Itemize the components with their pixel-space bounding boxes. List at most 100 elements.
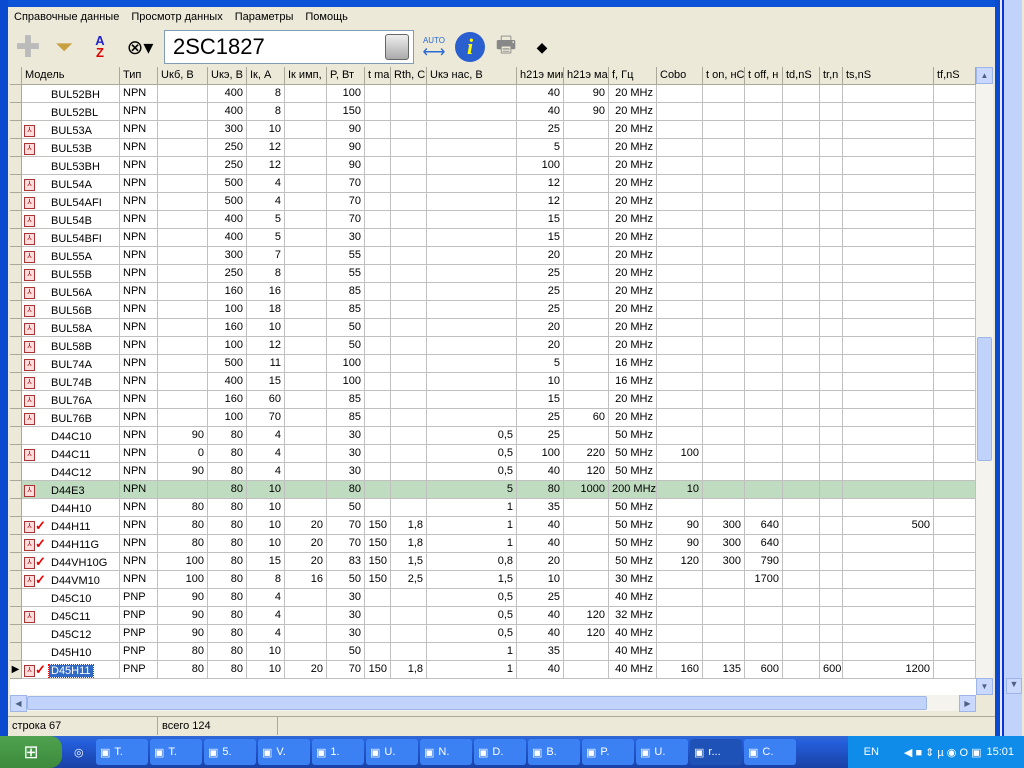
row-indicator[interactable] xyxy=(10,499,22,517)
taskbar-button[interactable]: ▣ P. xyxy=(582,739,634,765)
table-row[interactable]: ⅄ ✓ D44H11G NPN 80 80 10 20 70 150 1,8 1 40 50 MHz 90 3… xyxy=(10,535,976,553)
column-header[interactable]: Iк, А xyxy=(247,67,285,85)
table-row[interactable]: ⅄✓BUL53ANPN 30010 90 25 20 MHz xyxy=(10,121,976,139)
scroll-right-button[interactable]: ▶ xyxy=(959,695,976,712)
table-row[interactable]: ⅄✓BUL52BLNPN 4008 150 409020 MHz xyxy=(10,103,976,121)
column-header[interactable]: Модель xyxy=(22,67,120,85)
row-indicator[interactable] xyxy=(10,229,22,247)
menu-view-data[interactable]: Просмотр данных xyxy=(125,11,228,23)
taskbar-button[interactable]: ▣ D. xyxy=(474,739,526,765)
taskbar-button[interactable]: ▣ 1. xyxy=(312,739,364,765)
table-row[interactable]: ⅄ ✓ D44H11 NPN 80 80 10 20 70 150 1,8 1 40 50 MHz 90 30… xyxy=(10,517,976,535)
pdf-icon[interactable]: ⅄ xyxy=(24,575,35,588)
pdf-icon[interactable]: ⅄ xyxy=(24,359,35,372)
pdf-icon[interactable]: ⅄ xyxy=(24,143,35,156)
pdf-icon[interactable]: ⅄ xyxy=(24,611,35,624)
pdf-icon[interactable]: ⅄ xyxy=(24,215,35,228)
row-indicator[interactable] xyxy=(10,517,22,535)
table-row[interactable]: ⅄✓BUL74BNPN 40015 100 10 16 MHz xyxy=(10,373,976,391)
row-indicator[interactable] xyxy=(10,391,22,409)
row-indicator[interactable] xyxy=(10,337,22,355)
column-header[interactable]: Uкэ нас, В xyxy=(427,67,517,85)
taskbar-button[interactable]: ▣ r... xyxy=(690,739,742,765)
column-header[interactable]: Iк имп, xyxy=(285,67,327,85)
column-header[interactable]: h21э ма xyxy=(564,67,609,85)
pdf-icon[interactable]: ⅄ xyxy=(24,413,35,426)
pdf-icon[interactable]: ⅄ xyxy=(24,179,35,192)
menu-parameters[interactable]: Параметры xyxy=(229,11,300,23)
table-row[interactable]: ⅄✓D45C10PNP90804 30 0,525 40 MHz xyxy=(10,589,976,607)
row-indicator[interactable] xyxy=(10,463,22,481)
column-header[interactable]: h21э мин xyxy=(517,67,564,85)
table-row[interactable]: ⅄✓BUL55ANPN 3007 55 20 20 MHz xyxy=(10,247,976,265)
taskbar-button[interactable]: ▣ U. xyxy=(366,739,418,765)
row-indicator[interactable] xyxy=(10,103,22,121)
pdf-icon[interactable]: ⅄ xyxy=(24,395,35,408)
table-row[interactable]: ⅄✓BUL55BNPN 2508 55 25 20 MHz xyxy=(10,265,976,283)
table-row[interactable]: ▶ ⅄ ✓ D45H11 PNP 80 80 10 20 70 150 1,8 1 40 40 MHz 160… xyxy=(10,661,976,679)
table-row[interactable]: ⅄ ✓ D44VH10G NPN 100 80 15 20 83 150 1,5 0,8 20 50 MH… xyxy=(10,553,976,571)
row-indicator[interactable] xyxy=(10,121,22,139)
print-icon[interactable]: 🖶 xyxy=(490,31,522,63)
scroll-down-button[interactable]: ▼ xyxy=(976,678,993,695)
column-header[interactable]: Uкб, В xyxy=(158,67,208,85)
taskbar-button[interactable]: ▣ V. xyxy=(258,739,310,765)
binoculars-icon[interactable] xyxy=(385,34,409,60)
table-row[interactable]: ⅄✓D44E3NPN8010805801000200 MHz10 xyxy=(10,481,976,499)
column-header[interactable]: Cobo xyxy=(657,67,703,85)
row-indicator[interactable] xyxy=(10,301,22,319)
row-indicator[interactable] xyxy=(10,589,22,607)
row-indicator[interactable] xyxy=(10,535,22,553)
row-indicator[interactable] xyxy=(10,139,22,157)
row-indicator[interactable] xyxy=(10,265,22,283)
transistor-dropdown-icon[interactable]: ⊗▾ xyxy=(120,31,160,63)
column-header[interactable]: t ma xyxy=(365,67,391,85)
table-row[interactable]: ⅄✓D44C11NPN0804300,510022050 MHz100 xyxy=(10,445,976,463)
quicklaunch-icon[interactable]: ◎ xyxy=(74,746,94,759)
scroll-thumb[interactable] xyxy=(27,696,927,710)
row-indicator[interactable] xyxy=(10,175,22,193)
row-indicator[interactable] xyxy=(10,157,22,175)
sort-az-icon[interactable]: AZ xyxy=(84,31,116,63)
table-row[interactable]: ⅄✓D45C12PNP90804 30 0,54012040 MHz xyxy=(10,625,976,643)
column-header[interactable]: tr,n xyxy=(820,67,843,85)
vertical-scrollbar[interactable]: ▲ ▼ xyxy=(976,67,993,695)
column-header[interactable]: Uкэ, В xyxy=(208,67,247,85)
table-row[interactable]: ⅄✓D44C10NPN90804 30 0,525 50 MHz xyxy=(10,427,976,445)
background-window-scrollbar[interactable]: ▼ xyxy=(1002,0,1022,736)
column-header[interactable]: tf,nS xyxy=(934,67,976,85)
pdf-icon[interactable]: ⅄ xyxy=(24,269,35,282)
column-header[interactable]: P, Вт xyxy=(327,67,365,85)
menu-help[interactable]: Помощь xyxy=(299,11,354,23)
row-indicator[interactable] xyxy=(10,355,22,373)
column-header[interactable]: f, Гц xyxy=(609,67,657,85)
horizontal-scrollbar[interactable]: ◀ ▶ xyxy=(10,695,976,712)
row-indicator[interactable] xyxy=(10,553,22,571)
row-indicator[interactable] xyxy=(10,445,22,463)
table-row[interactable]: ⅄✓D45C11PNP90804 30 0,54012032 MHz xyxy=(10,607,976,625)
table-row[interactable]: ⅄✓BUL58BNPN 10012 50 20 20 MHz xyxy=(10,337,976,355)
pdf-icon[interactable]: ⅄ xyxy=(24,233,35,246)
pdf-icon[interactable]: ⅄ xyxy=(24,485,35,498)
pdf-icon[interactable]: ⅄ xyxy=(24,539,35,552)
row-indicator[interactable] xyxy=(10,319,22,337)
taskbar-button[interactable]: ▣ T. xyxy=(150,739,202,765)
taskbar-button[interactable]: ▣ N. xyxy=(420,739,472,765)
pdf-icon[interactable]: ⅄ xyxy=(24,197,35,210)
row-indicator[interactable] xyxy=(10,607,22,625)
column-header[interactable]: Rth, C xyxy=(391,67,427,85)
table-row[interactable]: ⅄✓BUL76ANPN 16060 85 15 20 MHz xyxy=(10,391,976,409)
table-row[interactable]: ⅄✓BUL54BFINPN 4005 30 15 20 MHz xyxy=(10,229,976,247)
pdf-icon[interactable]: ⅄ xyxy=(24,305,35,318)
table-row[interactable]: ⅄✓BUL54ANPN 5004 70 12 20 MHz xyxy=(10,175,976,193)
table-row[interactable]: ⅄✓BUL54BNPN 4005 70 15 20 MHz xyxy=(10,211,976,229)
table-row[interactable]: ⅄✓BUL74ANPN 50011 100 5 16 MHz xyxy=(10,355,976,373)
pdf-icon[interactable]: ⅄ xyxy=(24,341,35,354)
component-icon[interactable]: ◆ xyxy=(526,31,558,63)
pdf-icon[interactable]: ⅄ xyxy=(24,377,35,390)
taskbar-button[interactable]: ▣ U. xyxy=(636,739,688,765)
pdf-icon[interactable]: ⅄ xyxy=(24,449,35,462)
row-indicator[interactable] xyxy=(10,643,22,661)
table-row[interactable]: ⅄✓BUL56ANPN 16016 85 25 20 MHz xyxy=(10,283,976,301)
row-indicator[interactable] xyxy=(10,193,22,211)
